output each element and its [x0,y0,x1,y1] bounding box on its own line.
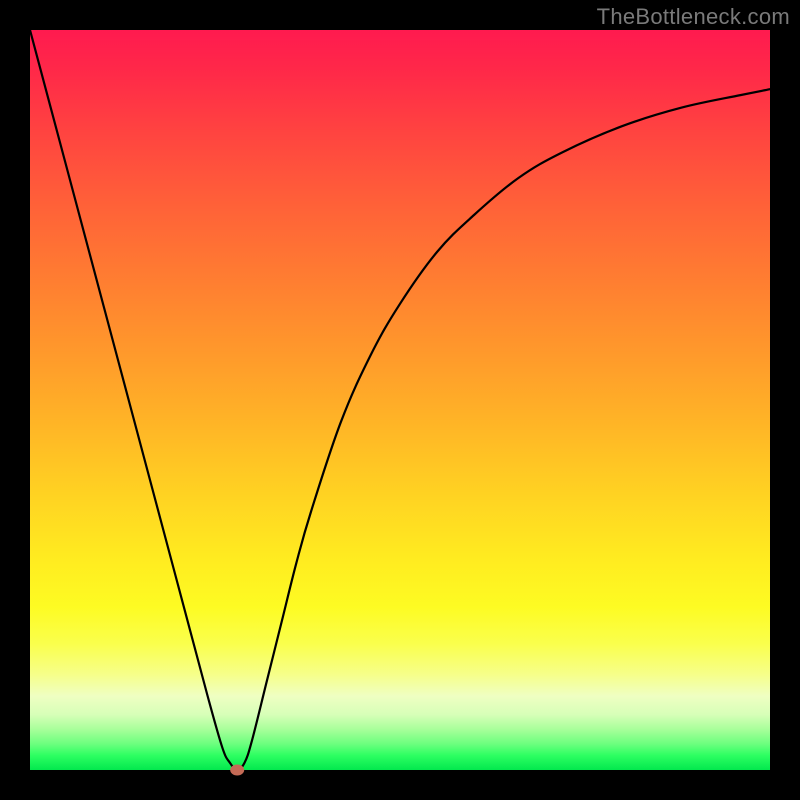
plot-area [30,30,770,770]
bottleneck-marker [230,765,244,776]
chart-frame: TheBottleneck.com [0,0,800,800]
bottleneck-curve [30,30,770,770]
curve-layer [30,30,770,770]
watermark-text: TheBottleneck.com [597,4,790,30]
